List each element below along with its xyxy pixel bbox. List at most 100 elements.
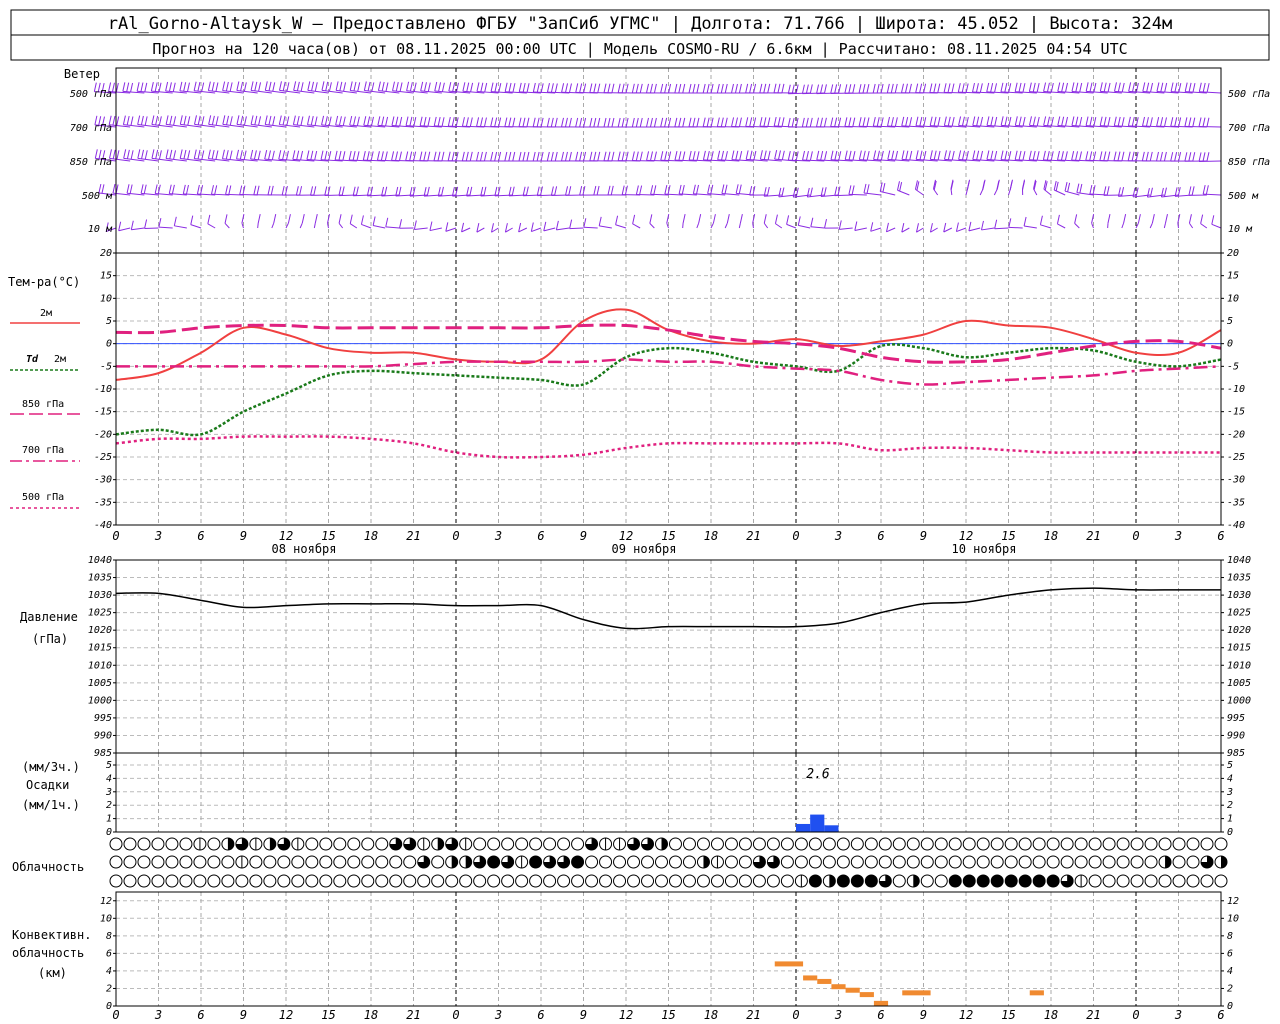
cloud-symbol <box>305 837 319 851</box>
wind-barb-feather <box>550 83 554 93</box>
wind-barb-shaft <box>1040 224 1052 229</box>
cloud-symbol <box>501 837 515 851</box>
cloud-symbol <box>1116 855 1130 869</box>
wind-barb-feather <box>385 217 389 227</box>
pressure-ytick-right: 1005 <box>1227 678 1251 689</box>
cloud-symbol <box>948 855 962 869</box>
cloud-symbol <box>934 855 948 869</box>
cloud-symbol <box>487 837 501 851</box>
wind-barb-feather <box>844 150 848 160</box>
cloud-symbol <box>1172 855 1186 869</box>
wind-barb-feather <box>250 149 254 160</box>
wind-barb-feather <box>706 117 710 127</box>
cloud-symbol <box>109 837 123 851</box>
wind-barb-feather <box>215 82 219 92</box>
wind-barb-feather <box>1061 82 1065 92</box>
wind-barb-feather <box>186 82 190 92</box>
wind-barb-feather <box>801 84 805 94</box>
wind-barb-feather <box>1067 182 1071 192</box>
wind-barb-feather <box>226 115 230 125</box>
wind-barb-feather <box>593 117 597 128</box>
wind-barb-feather <box>738 117 742 127</box>
wind-barb-feather <box>720 117 724 127</box>
wind-barb-feather <box>310 150 314 160</box>
wind-barb-feather <box>452 82 456 92</box>
wind-barb-feather <box>462 82 466 92</box>
wind-barb-feather <box>264 115 268 125</box>
wind-barb-feather <box>469 151 473 162</box>
wind-barb-feather <box>724 117 728 127</box>
wind-barb-feather <box>1060 151 1064 161</box>
wind-barb-feather <box>866 84 870 94</box>
cloud-symbol <box>249 855 263 869</box>
wind-barb-feather <box>1075 151 1079 161</box>
wind-barb-feather <box>749 83 753 94</box>
cloud-fill-full <box>949 875 962 887</box>
wind-barb-feather <box>441 117 445 127</box>
wind-barb-feather <box>1192 83 1196 93</box>
wind-barb-feather <box>483 117 487 127</box>
wind-barb-feather <box>508 151 512 162</box>
wind-barb-feather <box>328 82 332 92</box>
conv-xtick: 21 <box>406 1008 420 1022</box>
wind-barb-feather <box>1142 82 1146 92</box>
wind-barb-feather <box>1198 152 1202 162</box>
conv-ytick-left: 12 <box>100 896 112 907</box>
temp-ytick-right: 5 <box>1227 316 1233 327</box>
wind-barb-shaft <box>1008 226 1023 229</box>
wind-barb-feather <box>173 150 177 160</box>
wind-barb-feather <box>596 185 600 196</box>
wind-barb-feather <box>1075 116 1079 126</box>
wind-barb-feather <box>915 83 919 93</box>
cloud-symbol <box>976 837 990 851</box>
wind-barb-shaft <box>968 227 981 232</box>
wind-barb-shaft <box>271 222 275 229</box>
wind-barb-feather <box>678 117 682 127</box>
pressure-ytick-left: 1000 <box>88 695 112 706</box>
cloud-symbol <box>473 837 487 851</box>
wind-level-left: 500 гПа <box>70 89 112 100</box>
wind-barb-feather <box>702 150 706 160</box>
wind-barb-feather <box>607 185 611 195</box>
wind-barb-shaft <box>349 223 358 229</box>
wind-barb-shaft <box>543 227 556 232</box>
wind-barb-feather <box>895 150 899 161</box>
wind-barb-feather <box>278 81 282 91</box>
wind-barb-feather <box>561 151 564 162</box>
wind-barb-feather <box>353 116 357 126</box>
wind-level-labels: 500 гПа 500 гПа 700 гПа 700 гПа 850 гПа 850 г… <box>70 89 1270 235</box>
wind-barb-feather <box>169 115 173 126</box>
pressure-ytick-right: 1010 <box>1227 660 1251 671</box>
wind-barb-feather <box>759 83 763 93</box>
wind-barb-feather <box>310 116 314 126</box>
temp-xtick: 21 <box>406 529 420 543</box>
wind-barb-feather <box>395 116 399 126</box>
wind-barb-feather <box>554 186 558 196</box>
wind-barb-feather <box>343 82 347 92</box>
cloud-symbol <box>557 837 571 851</box>
cloud-symbol <box>627 855 641 869</box>
wind-barb-feather <box>273 214 277 224</box>
wind-barb-feather <box>1170 82 1174 92</box>
temp-ytick-left: -35 <box>94 497 112 508</box>
cloud-symbol <box>1186 855 1200 869</box>
cloud-symbol <box>249 874 263 888</box>
wind-barb-feather <box>781 83 785 93</box>
wind-barb-shaft <box>174 225 187 229</box>
wind-barb-feather <box>183 115 187 125</box>
wind-barb-feather <box>1178 82 1182 93</box>
temp-xtick: 3 <box>154 529 162 543</box>
wind-barb-feather <box>801 117 805 127</box>
cloud-symbol <box>123 837 137 851</box>
wind-barb-feather <box>1079 183 1083 194</box>
wind-barb-shaft <box>786 223 797 229</box>
wind-barb-feather <box>848 150 852 160</box>
conv-xtick: 9 <box>580 1008 587 1022</box>
wind-barb-feather <box>738 184 742 194</box>
wind-barb-shaft <box>414 227 428 231</box>
wind-barb-shaft <box>724 222 728 229</box>
wind-barb-shaft <box>1163 223 1166 229</box>
wind-barb-feather <box>1127 116 1131 126</box>
cloud-symbol <box>333 855 347 869</box>
cloud-symbol <box>165 874 179 888</box>
